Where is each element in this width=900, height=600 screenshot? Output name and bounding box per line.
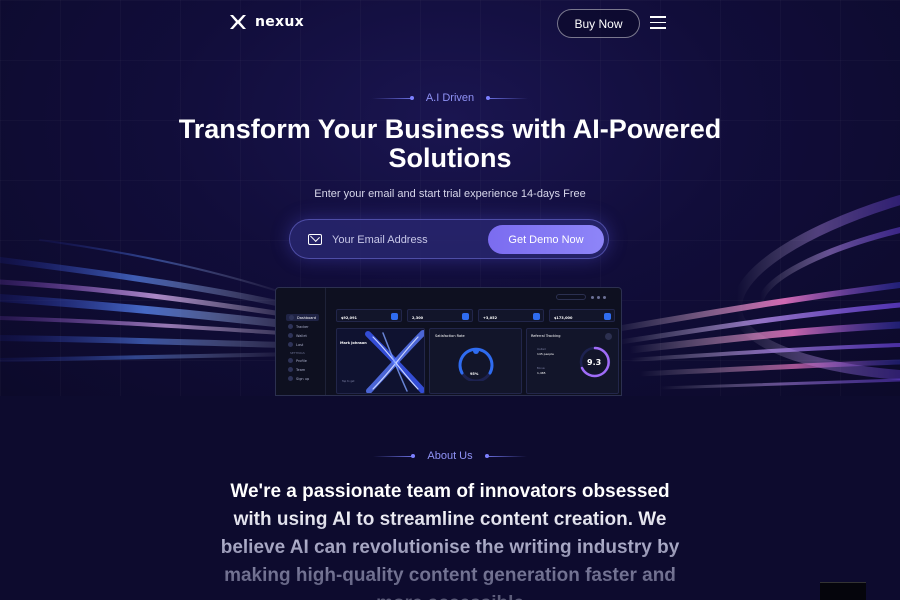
satisfaction-title: Satisfaction Rate [435,334,465,338]
dashboard-preview: Dashboard Tracker Wallet Last SETTINGS P… [275,287,622,396]
tagline-divider-left [371,96,414,100]
referral-label-2: Bonus [537,367,545,370]
email-signup-form: Get Demo Now [289,219,609,259]
referral-label-1: Invited [537,348,546,351]
dash-stat-card: $173,000 [549,309,615,322]
dash-stat-card: 2,300 [407,309,473,322]
get-demo-button[interactable]: Get Demo Now [488,225,604,254]
dash-sidebar-item: Last [288,342,303,347]
buy-now-button[interactable]: Buy Now [557,9,640,38]
mail-icon [308,234,322,245]
dash-stat-card: $92,091 [336,309,402,322]
dash-sidebar-item: Team [288,367,305,372]
about-tagline-text: About Us [427,450,473,462]
logo-text: nexux [255,14,304,30]
dash-sidebar-item: Dashboard [286,314,319,321]
dash-profile-card: Mark Johnson Tap to get [336,328,425,394]
corner-badge-image [820,582,866,600]
top-navbar: nexux Buy Now [0,0,900,46]
satisfaction-value: 95% [470,372,479,376]
dash-satisfaction-card: Satisfaction Rate 95% [429,328,522,394]
hero-section: nexux Buy Now A.I Driven Transform Your … [0,0,900,396]
about-tagline: About Us [0,450,900,462]
email-input[interactable] [332,230,482,250]
hamburger-menu-icon[interactable] [650,16,666,30]
dashboard-sidebar: Dashboard Tracker Wallet Last SETTINGS P… [276,288,326,395]
dash-sidebar-item: Tracker [288,324,309,329]
logo[interactable]: nexux [229,14,304,30]
dash-referral-card: Referral Tracking Invited 145 people Bon… [526,328,619,394]
profile-footer: Tap to get [342,380,355,383]
dash-stat-card: +3,052 [478,309,544,322]
dash-sidebar-item: Profile [288,358,307,363]
hero-tagline-text: A.I Driven [425,92,475,104]
hero-title: Transform Your Business with AI-Powered … [178,114,722,173]
referral-value-1: 145 people [537,352,554,356]
tagline-divider-right [486,96,529,100]
dash-sidebar-item: Sign up [288,376,309,381]
dash-sidebar-item: Wallet [288,333,307,338]
dash-sidebar-section: SETTINGS [290,351,305,355]
about-divider-left [373,454,416,458]
profile-card-graphic [365,330,424,393]
dash-search-input [556,294,586,300]
nexux-logo-icon [230,15,246,29]
profile-name: Mark Johnson [340,341,367,345]
about-divider-right [484,454,527,458]
referral-more-icon [605,333,612,340]
hero-tagline: A.I Driven [0,92,900,104]
dash-toolbar-icons [591,296,606,299]
about-text: We're a passionate team of innovators ob… [215,478,685,600]
referral-value-2: 1,465 [537,371,546,375]
about-section: About Us We're a passionate team of inno… [0,396,900,600]
referral-score: 9.3 [587,358,602,367]
referral-title: Referral Tracking [531,334,561,338]
hero-subtitle: Enter your email and start trial experie… [314,188,586,200]
